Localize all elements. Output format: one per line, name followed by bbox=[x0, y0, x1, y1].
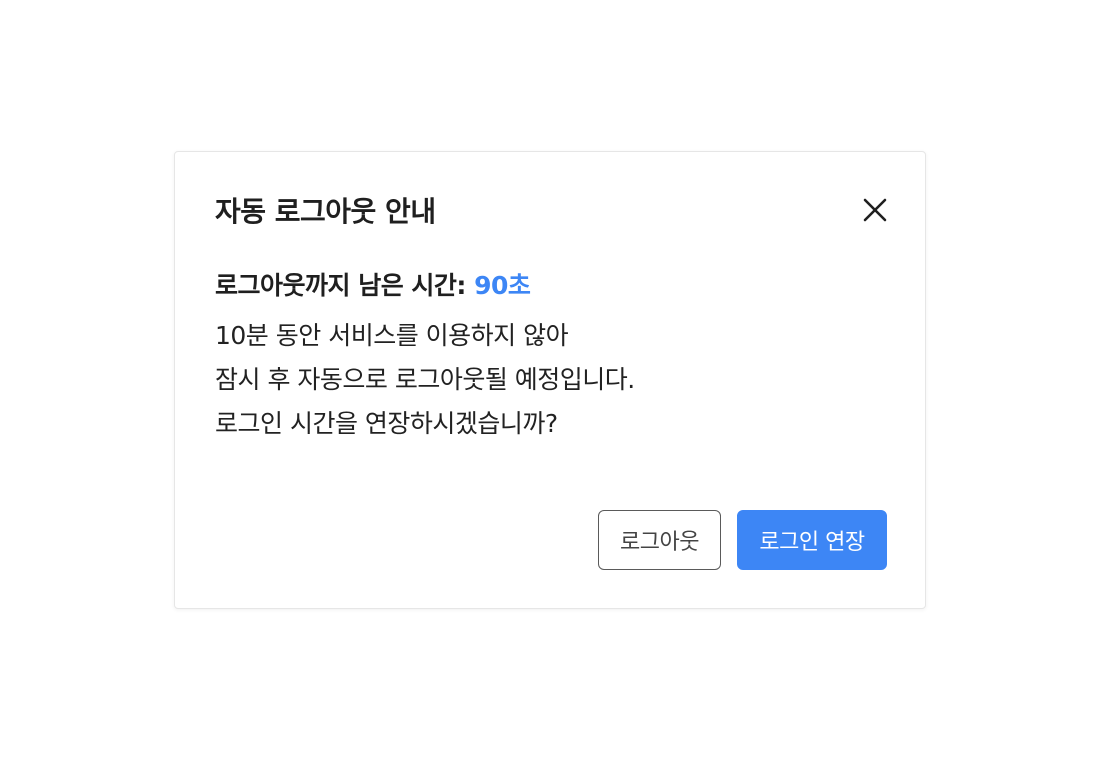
dialog-title: 자동 로그아웃 안내 bbox=[215, 195, 436, 228]
close-icon bbox=[863, 198, 887, 222]
countdown-seconds: 90초 bbox=[474, 271, 531, 300]
extend-login-button[interactable]: 로그인 연장 bbox=[737, 510, 887, 570]
message-line: 로그인 시간을 연장하시겠습니까? bbox=[215, 409, 558, 438]
message-line: 잠시 후 자동으로 로그아웃될 예정입니다. bbox=[215, 365, 635, 394]
message-line: 10분 동안 서비스를 이용하지 않아 bbox=[215, 321, 569, 350]
countdown-label: 로그아웃까지 남은 시간: bbox=[215, 271, 475, 300]
auto-logout-dialog: 자동 로그아웃 안내 로그아웃까지 남은 시간: 90초 10분 동안 서비스를… bbox=[174, 151, 926, 609]
logout-button[interactable]: 로그아웃 bbox=[598, 510, 721, 570]
close-button[interactable] bbox=[861, 196, 889, 224]
page-background: 자동 로그아웃 안내 로그아웃까지 남은 시간: 90초 10분 동안 서비스를… bbox=[0, 0, 1100, 760]
dialog-message: 10분 동안 서비스를 이용하지 않아 잠시 후 자동으로 로그아웃될 예정입니… bbox=[215, 314, 635, 446]
countdown-text: 로그아웃까지 남은 시간: 90초 bbox=[215, 266, 531, 302]
